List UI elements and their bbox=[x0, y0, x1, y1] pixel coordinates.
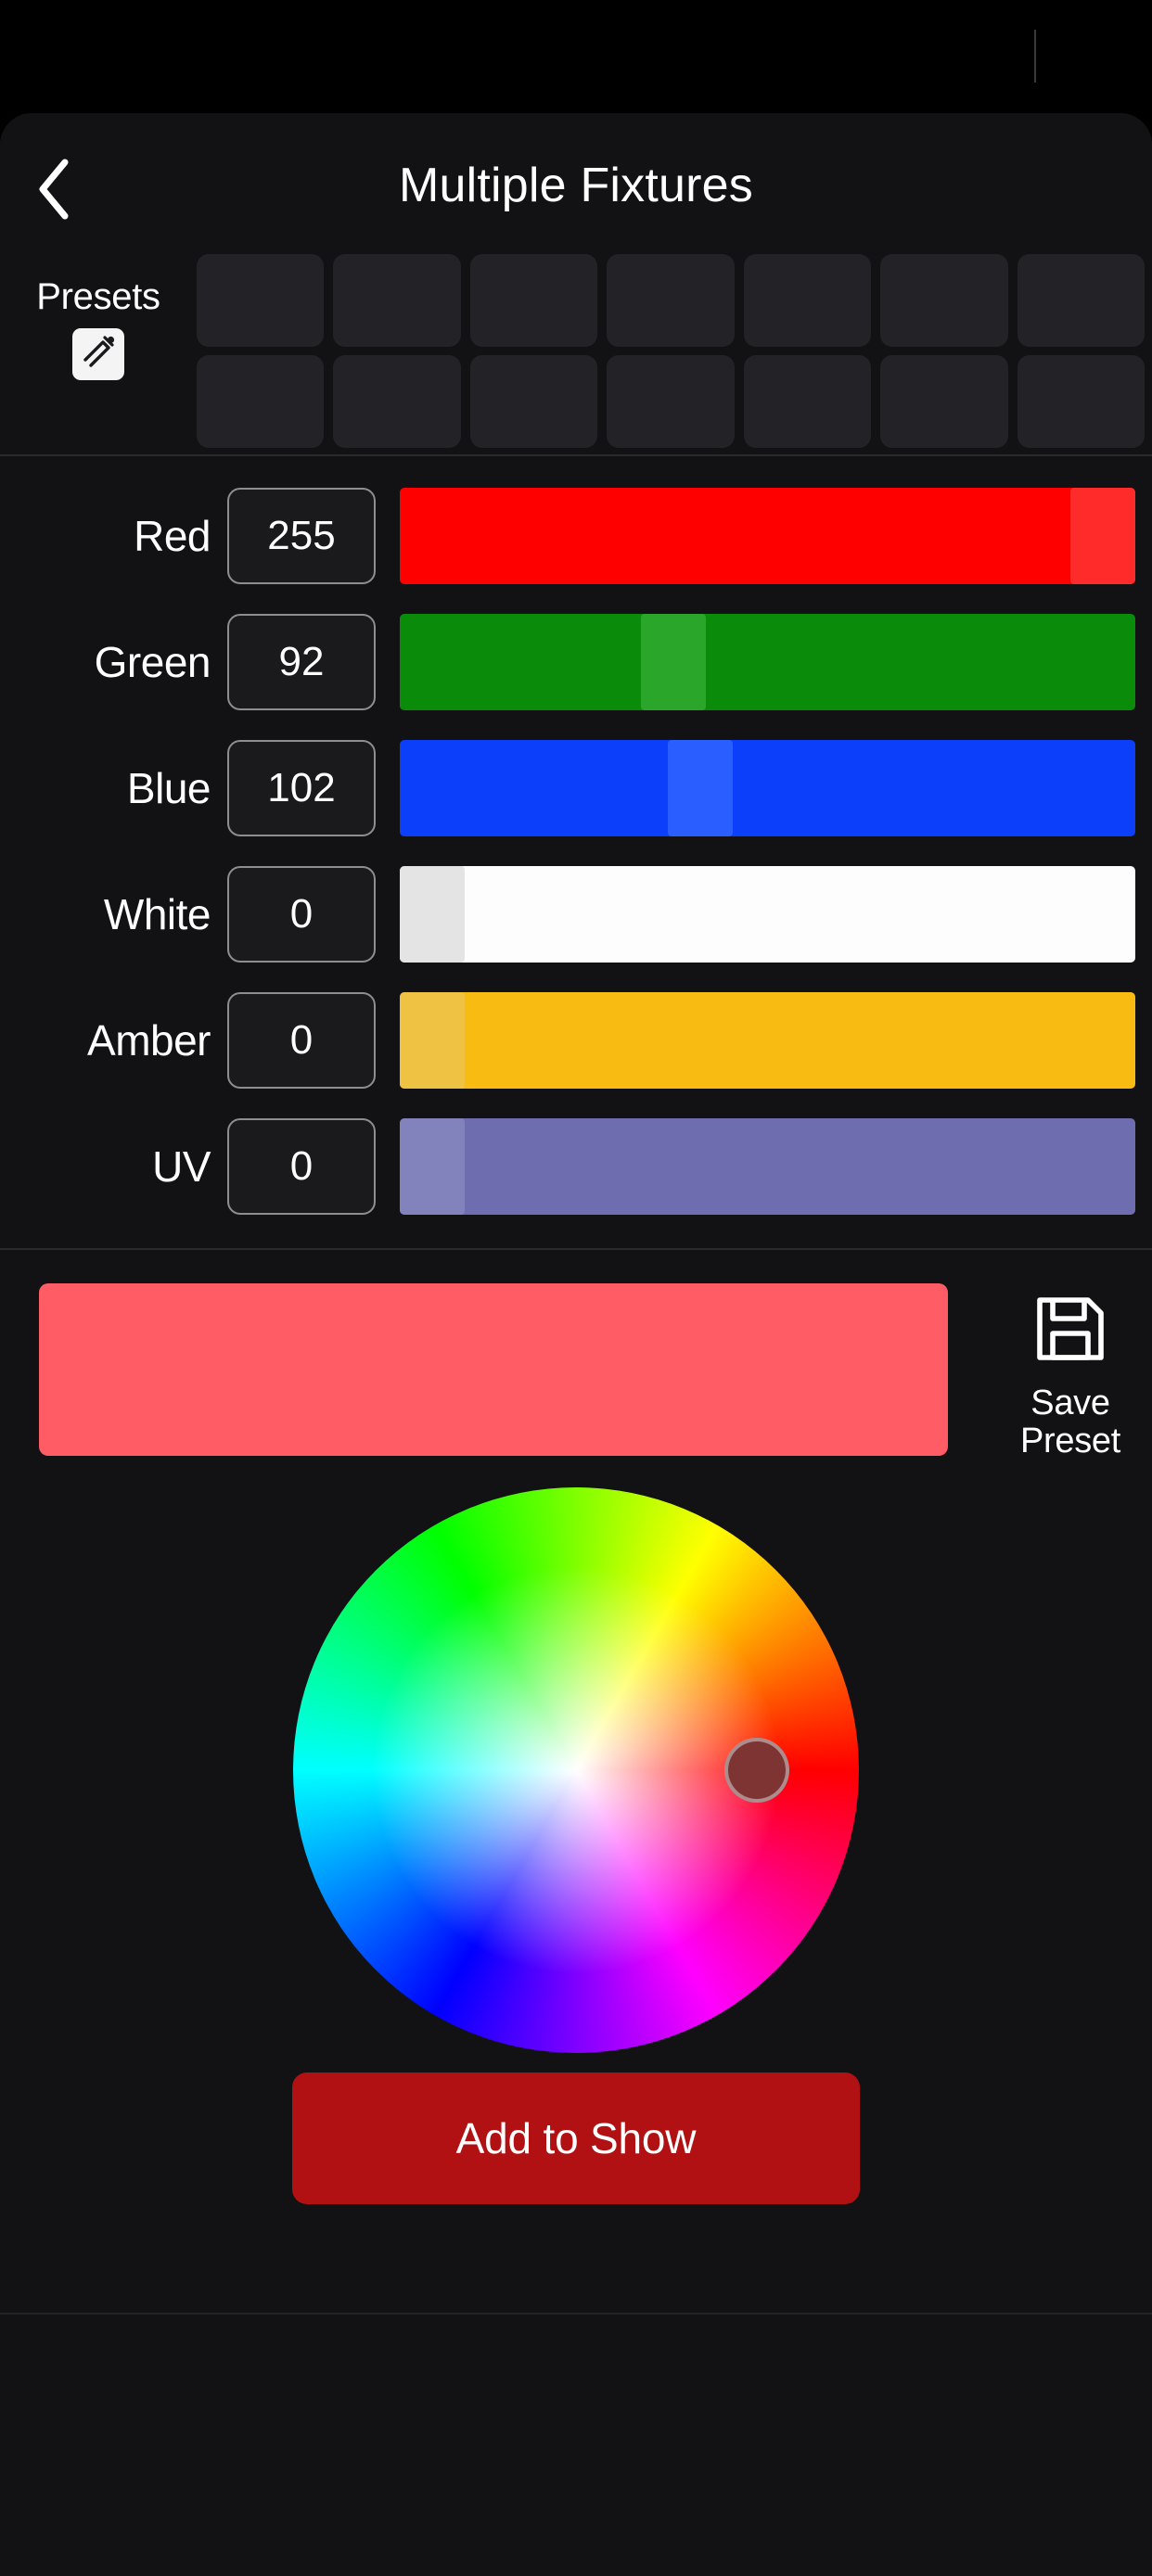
preset-tile[interactable] bbox=[743, 355, 872, 448]
presets-label: Presets bbox=[36, 276, 160, 317]
channel-name-label: Green bbox=[94, 638, 211, 686]
edit-pencil-square-icon bbox=[77, 331, 120, 378]
channel-slider[interactable] bbox=[400, 866, 1135, 963]
color-preview-swatch bbox=[39, 1283, 948, 1456]
channel-name-label: Blue bbox=[126, 764, 211, 812]
presets-label-column: Presets bbox=[0, 243, 197, 456]
preset-tile[interactable] bbox=[880, 355, 1008, 448]
channel-slider[interactable] bbox=[400, 992, 1135, 1089]
save-preset-label-line1: Save bbox=[1030, 1384, 1110, 1422]
channel-slider[interactable] bbox=[400, 488, 1135, 584]
status-bar bbox=[0, 0, 1152, 113]
save-preset-button[interactable]: Save Preset bbox=[1005, 1289, 1135, 1460]
preset-tile[interactable] bbox=[743, 254, 872, 347]
channel-slider-thumb[interactable] bbox=[1070, 488, 1135, 584]
floppy-disk-save-icon bbox=[1030, 1289, 1110, 1373]
channel-value-input[interactable]: 92 bbox=[227, 614, 376, 710]
channel-name-label: Amber bbox=[87, 1016, 211, 1065]
preset-tile[interactable] bbox=[1017, 254, 1145, 347]
save-preset-label-line2: Preset bbox=[1019, 1422, 1121, 1461]
channel-slider-thumb[interactable] bbox=[641, 614, 707, 710]
channel-slider-thumb[interactable] bbox=[400, 866, 465, 963]
channel-row: Red 255 bbox=[0, 473, 1152, 599]
save-preset-label: Save Preset bbox=[1020, 1384, 1120, 1460]
presets-grid[interactable] bbox=[197, 254, 1152, 448]
preset-tile[interactable] bbox=[880, 254, 1008, 347]
channel-row: Amber 0 bbox=[0, 977, 1152, 1103]
preset-tile[interactable] bbox=[197, 355, 325, 448]
channel-value-input[interactable]: 0 bbox=[227, 866, 376, 963]
channel-value-input[interactable]: 102 bbox=[227, 740, 376, 836]
channel-name-label: Red bbox=[134, 512, 211, 560]
preset-tile[interactable] bbox=[333, 355, 461, 448]
channel-row: White 0 bbox=[0, 851, 1152, 977]
preset-tile[interactable] bbox=[1017, 355, 1145, 448]
color-wheel-selector-handle[interactable] bbox=[724, 1738, 790, 1804]
color-wheel-section bbox=[0, 1473, 1152, 2067]
app-card: Multiple Fixtures Presets Red 255 Green 92 B… bbox=[0, 113, 1152, 2313]
channel-value-input[interactable]: 0 bbox=[227, 992, 376, 1089]
action-section: Add to Show bbox=[0, 2072, 1152, 2205]
channel-slider-thumb[interactable] bbox=[400, 992, 465, 1089]
channel-slider-thumb[interactable] bbox=[400, 1118, 465, 1215]
add-to-show-button[interactable]: Add to Show bbox=[292, 2072, 860, 2205]
text-cursor-icon bbox=[1034, 30, 1036, 83]
preset-tile[interactable] bbox=[469, 355, 598, 448]
channel-slider-thumb[interactable] bbox=[668, 740, 734, 836]
preview-section: Save Preset bbox=[0, 1250, 1152, 1460]
channels-section: Red 255 Green 92 Blue 102 White 0 Amber 0 UV 0 bbox=[0, 456, 1152, 1250]
presets-section: Presets bbox=[0, 243, 1152, 456]
presets-edit-button[interactable] bbox=[72, 328, 124, 380]
preset-tile[interactable] bbox=[469, 254, 598, 347]
channel-value-input[interactable]: 0 bbox=[227, 1118, 376, 1215]
preset-tile[interactable] bbox=[607, 355, 735, 448]
color-wheel[interactable] bbox=[293, 1487, 859, 2054]
channel-row: UV 0 bbox=[0, 1103, 1152, 1230]
channel-row: Blue 102 bbox=[0, 725, 1152, 851]
channel-slider[interactable] bbox=[400, 614, 1135, 710]
preset-tile[interactable] bbox=[333, 254, 461, 347]
channel-slider[interactable] bbox=[400, 740, 1135, 836]
preset-tile[interactable] bbox=[197, 254, 325, 347]
preset-tile[interactable] bbox=[607, 254, 735, 347]
bottom-safe-area bbox=[0, 2313, 1152, 2576]
page-title: Multiple Fixtures bbox=[399, 159, 753, 212]
channel-slider[interactable] bbox=[400, 1118, 1135, 1215]
channel-row: Green 92 bbox=[0, 599, 1152, 725]
channel-name-label: UV bbox=[152, 1142, 211, 1191]
app-header: Multiple Fixtures bbox=[0, 113, 1152, 243]
channel-value-input[interactable]: 255 bbox=[227, 488, 376, 584]
channel-name-label: White bbox=[103, 890, 211, 938]
